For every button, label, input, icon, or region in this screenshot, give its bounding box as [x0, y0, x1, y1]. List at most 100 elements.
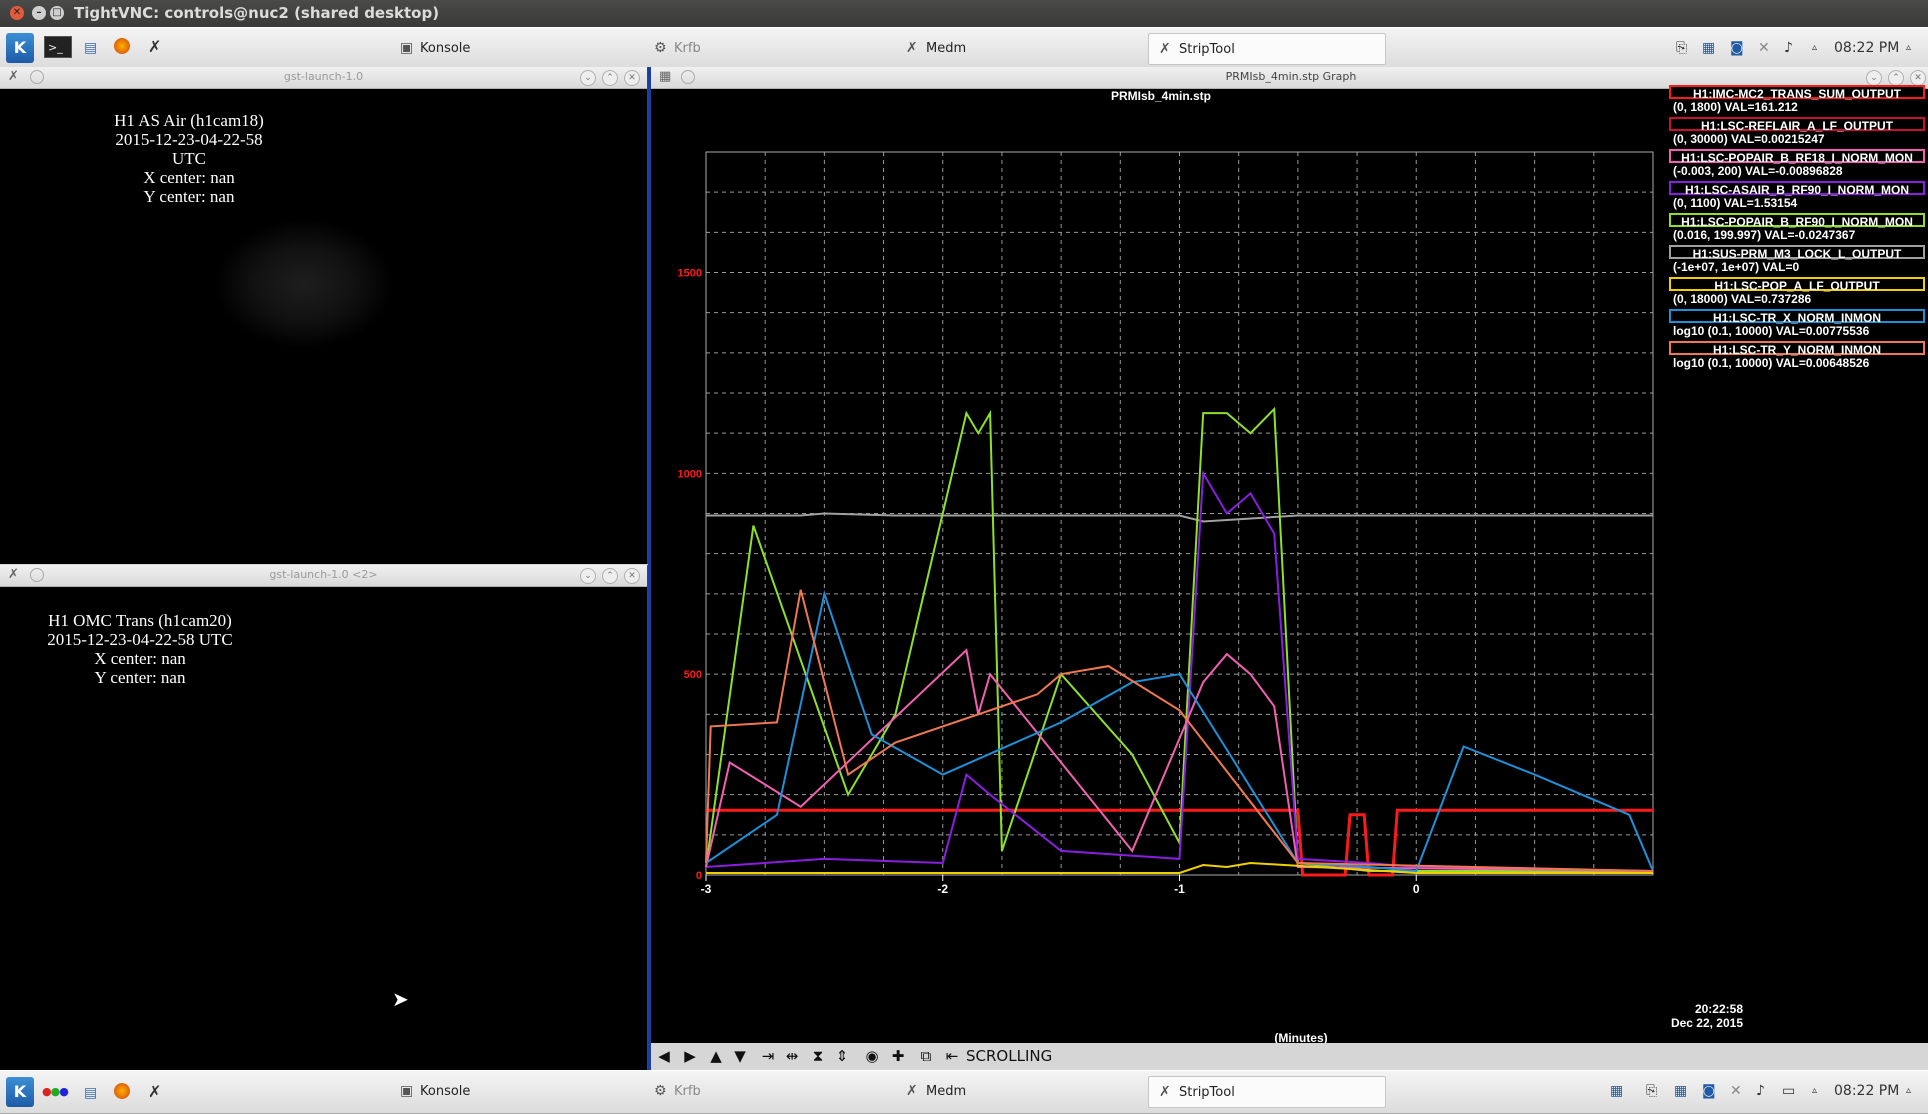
camera-window-1-titlebar[interactable]: ✗ gst-launch-1.0 ⌄ ⌃ ✕ [0, 67, 647, 89]
legend-item[interactable]: H1:IMC-MC2_TRANS_SUM_OUTPUT (0, 1800) VAL… [1669, 85, 1925, 115]
display-icon[interactable]: ▭ [1782, 1076, 1795, 1106]
scroll-mode-icon[interactable]: ⇤ [941, 1046, 963, 1066]
activities-icon[interactable]: ●●● [42, 1085, 69, 1098]
scroll-down-icon[interactable]: ▼ [729, 1046, 751, 1066]
camera-window-1: ✗ gst-launch-1.0 ⌄ ⌃ ✕ H1 AS Air (h1cam1… [0, 67, 648, 564]
tool-icon[interactable]: ✕ [1730, 1076, 1742, 1106]
x-app-icon[interactable]: ✗ [148, 37, 161, 56]
close-icon[interactable]: ✕ [10, 6, 24, 20]
task-striptool[interactable]: ✗ StripTool [1148, 1076, 1386, 1108]
task-konsole[interactable]: ▣ Konsole [400, 33, 470, 63]
minimize-icon[interactable]: – [32, 6, 46, 20]
legend-item[interactable]: H1:SUS-PRM_M3_LOCK_L_OUTPUT (-1e+07, 1e+0… [1669, 245, 1925, 275]
close-icon[interactable]: ✕ [624, 70, 640, 86]
panel-toolbox-icon[interactable]: ▵ [1906, 33, 1911, 63]
y-tick-label: 0 [696, 870, 702, 882]
x-app-icon[interactable]: ✗ [148, 1082, 161, 1101]
legend-channel-name: H1:LSC-REFLAIR_A_LF_OUTPUT [1669, 117, 1925, 133]
krfb-icon: ⚙ [654, 40, 667, 56]
x-center: X center: nan [143, 168, 235, 187]
striptool-icon: ✗ [1159, 41, 1171, 57]
konsole-icon: ▣ [400, 1083, 414, 1099]
close-icon[interactable]: ✕ [1910, 70, 1926, 86]
vnc-title-text: TightVNC: controls@nuc2 (shared desktop) [74, 4, 440, 22]
autoscale-icon[interactable]: ⧉ [915, 1046, 937, 1066]
camera-timestamp: 2015-12-23-04-22-58 UTC [115, 130, 263, 168]
zoom-in-x-icon[interactable]: ⇥ [757, 1046, 779, 1066]
minimize-icon[interactable]: ⌄ [580, 568, 596, 584]
camera-2-info: H1 OMC Trans (h1cam20) 2015-12-23-04-22-… [30, 611, 250, 687]
legend-item[interactable]: H1:LSC-REFLAIR_A_LF_OUTPUT (0, 30000) VAL… [1669, 117, 1925, 147]
clipboard-icon[interactable]: ⎘ [1676, 33, 1687, 63]
file-manager-icon[interactable]: ▤ [84, 1085, 97, 1101]
reset-icon[interactable]: ◉ [861, 1046, 883, 1066]
legend-item[interactable]: H1:LSC-POPAIR_B_RF90_I_NORM_MON (0.016, 1… [1669, 213, 1925, 243]
volume-icon[interactable]: ♪ [1784, 33, 1793, 63]
task-striptool[interactable]: ✗ StripTool [1148, 33, 1386, 65]
network-icon[interactable]: ▦ [1674, 1076, 1687, 1106]
x-center: X center: nan [94, 649, 186, 668]
close-icon[interactable]: ✕ [624, 568, 640, 584]
kde-menu-icon[interactable]: K [6, 1077, 34, 1107]
clipboard-icon[interactable]: ⎘ [1646, 1076, 1657, 1106]
kde-menu-icon[interactable]: K [6, 33, 34, 63]
camera-window-2-titlebar[interactable]: ✗ gst-launch-1.0 <2> ⌄ ⌃ ✕ [0, 565, 647, 587]
scroll-left-icon[interactable]: ◀ [653, 1046, 675, 1066]
firefox-icon[interactable] [114, 38, 130, 54]
legend-item[interactable]: H1:LSC-POP_A_LF_OUTPUT (0, 18000) VAL=0.7… [1669, 277, 1925, 307]
strip-chart: 0 500 1000 1500 -3 -2 -1 0 [678, 151, 1654, 896]
y-center: Y center: nan [143, 187, 235, 206]
legend-channel-range: (0, 30000) VAL=0.00215247 [1673, 132, 1825, 146]
scroll-mode-label: SCROLLING [966, 1047, 1053, 1065]
task-medm[interactable]: ✗ Medm [906, 1076, 966, 1106]
krfb-icon: ⚙ [654, 1083, 667, 1099]
legend-item[interactable]: H1:LSC-TR_X_NORM_INMON log10 (0.1, 10000)… [1669, 309, 1925, 339]
maximize-icon[interactable]: ⌃ [602, 568, 618, 584]
legend-channel-range: (-1e+07, 1e+07) VAL=0 [1673, 260, 1800, 274]
camera-window-2: ✗ gst-launch-1.0 <2> ⌄ ⌃ ✕ H1 OMC Trans … [0, 565, 648, 1070]
legend-item[interactable]: H1:LSC-ASAIR_B_RF90_I_NORM_MON (0, 1100) … [1669, 181, 1925, 211]
clock-top[interactable]: 08:22 PM [1834, 33, 1899, 63]
legend-channel-name: H1:LSC-POP_A_LF_OUTPUT [1669, 277, 1925, 293]
zoom-out-x-icon[interactable]: ⇹ [781, 1046, 803, 1066]
time-stamp: 20:22:58 Dec 22, 2015 [1581, 1002, 1743, 1030]
scroll-right-icon[interactable]: ▶ [679, 1046, 701, 1066]
x-tick-label: -1 [1174, 882, 1185, 896]
task-krfb[interactable]: ⚙ Krfb [654, 33, 701, 63]
volume-icon[interactable]: ♪ [1756, 1076, 1765, 1106]
terminal-icon[interactable]: >_ [44, 36, 72, 58]
maximize-icon[interactable]: □ [50, 6, 64, 20]
zoom-out-y-icon[interactable]: ⇕ [831, 1046, 853, 1066]
minimize-icon[interactable]: ⌄ [1866, 70, 1882, 86]
y-center: Y center: nan [94, 668, 186, 687]
top-taskbar: K >_ ▤ ✗ ▣ Konsole ⚙ Krfb ✗ Medm ✗ StripTool… [0, 27, 1928, 69]
add-icon[interactable]: ✚ [887, 1046, 909, 1066]
task-krfb[interactable]: ⚙ Krfb [654, 1076, 701, 1106]
network-icon[interactable]: ▦ [1702, 33, 1715, 63]
updates-icon[interactable]: ◙ [1702, 1076, 1716, 1106]
y-tick-label: 1500 [678, 268, 702, 280]
camera-view-2: H1 OMC Trans (h1cam20) 2015-12-23-04-22-… [4, 587, 646, 1070]
minimize-icon[interactable]: ⌄ [580, 70, 596, 86]
task-konsole[interactable]: ▣ Konsole [400, 1076, 470, 1106]
clock-bottom[interactable]: 08:22 PM [1834, 1076, 1899, 1106]
legend-channel-range: (0, 1800) VAL=161.212 [1673, 100, 1798, 114]
tray-arrow-icon[interactable]: ▵ [1812, 33, 1817, 63]
scroll-up-icon[interactable]: ▲ [705, 1046, 727, 1066]
legend-item[interactable]: H1:LSC-POPAIR_B_RF18_I_NORM_MON (-0.003, … [1669, 149, 1925, 179]
medm-icon: ✗ [906, 1083, 918, 1099]
legend-channel-range: (0.016, 199.997) VAL=-0.0247367 [1673, 228, 1856, 242]
tray-arrow-icon[interactable]: ▵ [1812, 1076, 1817, 1106]
legend-item[interactable]: H1:LSC-TR_Y_NORM_INMON log10 (0.1, 10000)… [1669, 341, 1925, 371]
tool-icon[interactable]: ✕ [1758, 33, 1770, 63]
file-manager-icon[interactable]: ▤ [84, 40, 97, 56]
maximize-icon[interactable]: ⌃ [602, 70, 618, 86]
firefox-icon[interactable] [114, 1083, 130, 1099]
striptool-icon: ✗ [1159, 1084, 1171, 1100]
network-manager-icon[interactable]: ▦ [1610, 1076, 1623, 1106]
maximize-icon[interactable]: ⌃ [1888, 70, 1904, 86]
task-medm[interactable]: ✗ Medm [906, 33, 966, 63]
zoom-in-y-icon[interactable]: ⧗ [807, 1046, 829, 1066]
updates-icon[interactable]: ◙ [1730, 33, 1744, 63]
panel-toolbox-icon[interactable]: ▵ [1906, 1076, 1911, 1106]
